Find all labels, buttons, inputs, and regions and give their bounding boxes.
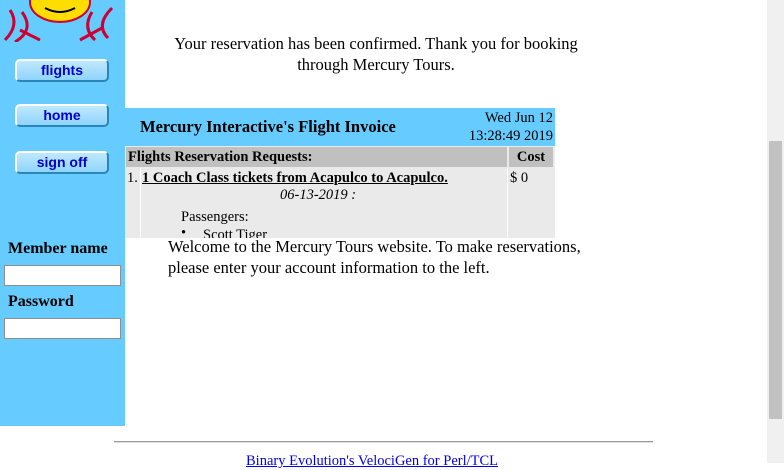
home-button[interactable]: home: [15, 104, 109, 127]
welcome-message: Welcome to the Mercury Tours website. To…: [168, 237, 581, 277]
sign-off-button[interactable]: sign off: [15, 151, 109, 174]
reservation-cost: $ 0: [510, 170, 529, 186]
table-divider: [507, 168, 508, 238]
scrollbar-thumb[interactable]: [769, 141, 782, 419]
column-header-cost: Cost: [509, 147, 553, 167]
password-input[interactable]: [4, 318, 121, 339]
footer-link[interactable]: Binary Evolution's VelociGen for Perl/TC…: [246, 453, 498, 470]
sun-logo: [0, 0, 120, 42]
horizontal-rule: [114, 441, 653, 443]
invoice-date-time: 13:28:49 2019: [468, 128, 553, 144]
table-divider: [140, 168, 141, 238]
passengers-label: Passengers:: [181, 209, 249, 225]
invoice-date: Wed Jun 12 13:28:49 2019: [469, 109, 553, 145]
invoice-header: Mercury Interactive's Flight Invoice Wed…: [125, 108, 555, 146]
reservation-link[interactable]: 1 Coach Class tickets from Acapulco to A…: [142, 170, 448, 187]
member-name-input[interactable]: [4, 265, 121, 286]
sidebar: flights home sign off Member name Passwo…: [0, 0, 125, 426]
invoice-title: Mercury Interactive's Flight Invoice: [140, 117, 396, 136]
row-number: 1.: [127, 170, 138, 186]
member-name-label: Member name: [8, 240, 108, 257]
column-header-requests: Flights Reservation Requests:: [126, 147, 507, 167]
reservation-date: 06-13-2019 :: [280, 187, 357, 203]
invoice-table-header: Flights Reservation Requests: Cost: [125, 147, 555, 167]
invoice-date-day: Wed Jun 12: [484, 110, 553, 126]
flights-button[interactable]: flights: [15, 59, 109, 82]
password-label: Password: [8, 293, 74, 310]
confirmation-message: Your reservation has been confirmed. Tha…: [174, 34, 578, 74]
flight-invoice: Mercury Interactive's Flight Invoice Wed…: [125, 108, 555, 238]
